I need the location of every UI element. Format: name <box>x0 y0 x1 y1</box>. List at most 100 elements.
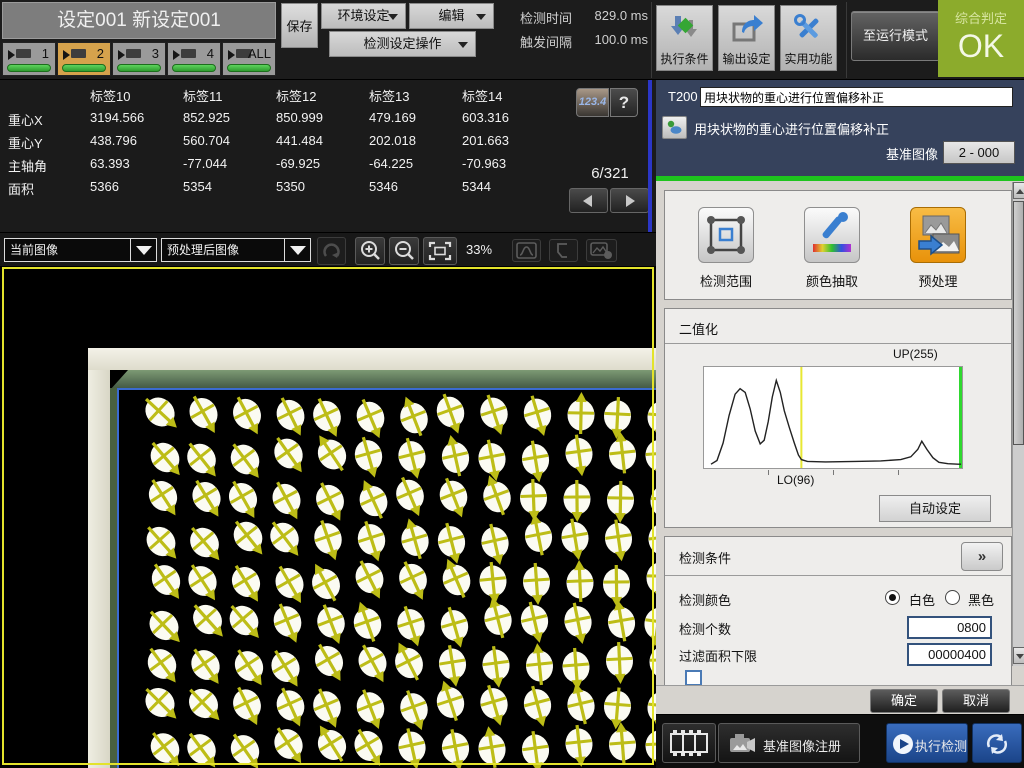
tab-label: ALL <box>248 46 271 61</box>
page-indicator: 6/321 <box>566 165 654 182</box>
camera-image-viewport[interactable] <box>0 266 656 768</box>
camera-icon <box>63 50 70 60</box>
unit-icon-button[interactable] <box>662 116 687 139</box>
scene-title: 设定001 新设定001 <box>2 2 276 39</box>
exec-condition-icon <box>668 12 702 46</box>
profile-view-button[interactable] <box>549 239 578 262</box>
unit-title-input[interactable] <box>700 87 1013 107</box>
histogram-plot[interactable] <box>703 366 963 469</box>
panel-divider <box>648 80 652 232</box>
row-label: 重心X <box>8 110 43 129</box>
inspection-ops-dropdown[interactable]: 检测设定操作 <box>329 31 476 57</box>
top-header: 设定001 新设定001 保存 环境设定 编辑 检测设定操作 1 2 3 <box>0 0 1024 80</box>
status-bar-green <box>172 64 216 72</box>
register-camera-icon <box>727 730 757 758</box>
chevron-down-icon <box>476 14 486 20</box>
unit-header: T200 用块状物的重心进行位置偏移补正 基准图像 2 - 000 <box>656 80 1024 176</box>
cancel-button[interactable]: 取消 <box>942 689 1010 713</box>
numeric-view-toggle[interactable]: 123.4 <box>576 88 609 117</box>
camera-icon <box>173 50 180 60</box>
ok-button[interactable]: 确定 <box>870 689 938 713</box>
zoom-out-button[interactable] <box>389 237 419 265</box>
env-settings-dropdown[interactable]: 环境设定 <box>321 3 406 29</box>
radio-black[interactable] <box>945 590 960 605</box>
scene-tab-3[interactable]: 3 <box>112 42 166 76</box>
profile-view-icon <box>550 240 577 261</box>
display-mode-dropdown[interactable]: 预处理后图像 <box>161 238 311 262</box>
status-bar-green <box>7 64 51 72</box>
partial-checkbox[interactable] <box>685 670 702 685</box>
prev-page-button[interactable] <box>569 188 608 213</box>
zoom-in-button[interactable] <box>355 237 385 265</box>
to-run-mode-button[interactable]: 至运行模式 <box>851 11 940 61</box>
zoom-out-icon <box>390 238 418 264</box>
preprocess-icon <box>911 208 965 262</box>
judgement-value: OK <box>938 28 1024 65</box>
next-page-button[interactable] <box>610 188 649 213</box>
scene-tab-all[interactable]: ALL <box>222 42 276 76</box>
filmstrip-button[interactable] <box>662 723 716 763</box>
radio-white-label: 白色 <box>909 590 935 609</box>
auto-set-button[interactable]: 自动设定 <box>879 495 991 522</box>
camera-icon <box>228 50 235 60</box>
help-button[interactable]: ? <box>610 88 638 117</box>
histogram-curve <box>704 367 962 468</box>
zoom-level: 33% <box>466 242 492 257</box>
arrow-left-icon <box>583 195 592 207</box>
histogram-view-button[interactable] <box>512 239 541 262</box>
detect-count-input[interactable]: 0800 <box>907 616 992 639</box>
table-cell: 479.169 <box>369 110 416 125</box>
tab-label: 2 <box>97 46 104 61</box>
expand-button[interactable]: » <box>961 542 1003 571</box>
scene-tab-2[interactable]: 2 <box>57 42 111 76</box>
edit-dropdown[interactable]: 编辑 <box>409 3 494 29</box>
camera-icon <box>8 50 15 60</box>
register-reference-button[interactable]: 基准图像注册 <box>718 723 860 763</box>
run-measure-button[interactable]: 执行检测 <box>886 723 968 763</box>
fit-to-screen-button[interactable] <box>423 237 457 265</box>
eyedropper-icon <box>805 208 859 262</box>
radio-white[interactable] <box>885 590 900 605</box>
detection-region-label: 检测范围 <box>671 271 781 290</box>
row-label: 面积 <box>8 179 34 198</box>
env-settings-label: 环境设定 <box>337 8 389 23</box>
preprocess-button[interactable] <box>910 207 966 263</box>
save-button[interactable]: 保存 <box>281 3 318 48</box>
row-label: 重心Y <box>8 133 43 152</box>
reference-image-value[interactable]: 2 - 000 <box>943 141 1015 164</box>
image-settings-button[interactable] <box>586 239 617 262</box>
panel-scrollbar[interactable] <box>1012 182 1024 666</box>
color-extract-button[interactable] <box>804 207 860 263</box>
table-cell: 441.484 <box>276 133 323 148</box>
filter-area-input[interactable]: 00000400 <box>907 643 992 666</box>
detection-region-button[interactable] <box>698 207 754 263</box>
tab-label: 1 <box>42 46 49 61</box>
lower-threshold-label: LO(96) <box>777 473 814 487</box>
measurement-table: 标签10 标签11 标签12 标签13 标签14 重心X 3194.566 85… <box>0 80 656 232</box>
exec-condition-button[interactable]: 执行条件 <box>656 5 713 71</box>
tool-button-group: 检测范围 颜色抽取 <box>664 190 1012 300</box>
utility-button[interactable]: 实用功能 <box>780 5 837 71</box>
scroll-up-button[interactable] <box>1013 182 1024 199</box>
status-bar-green <box>117 64 161 72</box>
scroll-down-button[interactable] <box>1013 647 1024 664</box>
chevron-down-icon <box>458 42 468 48</box>
unit-id: T200 <box>668 89 698 104</box>
radio-black-label: 黑色 <box>968 590 994 609</box>
image-source-dropdown[interactable]: 当前图像 <box>4 238 157 262</box>
scene-tab-4[interactable]: 4 <box>167 42 221 76</box>
image-source-label: 当前图像 <box>10 243 58 257</box>
scrollbar-thumb[interactable] <box>1013 201 1024 445</box>
continuous-run-button[interactable] <box>972 723 1022 763</box>
refresh-button[interactable] <box>317 237 346 265</box>
utility-wrench-icon <box>792 12 826 46</box>
color-extract-label: 颜色抽取 <box>777 271 887 290</box>
condition-title: 检测条件 <box>679 548 731 567</box>
detected-blobs-overlay <box>0 266 656 768</box>
column-header: 标签14 <box>462 86 502 105</box>
table-cell: -64.225 <box>369 156 413 171</box>
output-settings-button[interactable]: 输出设定 <box>718 5 775 71</box>
scene-tab-1[interactable]: 1 <box>2 42 56 76</box>
table-cell: 3194.566 <box>90 110 144 125</box>
exec-condition-label: 执行条件 <box>657 50 712 67</box>
